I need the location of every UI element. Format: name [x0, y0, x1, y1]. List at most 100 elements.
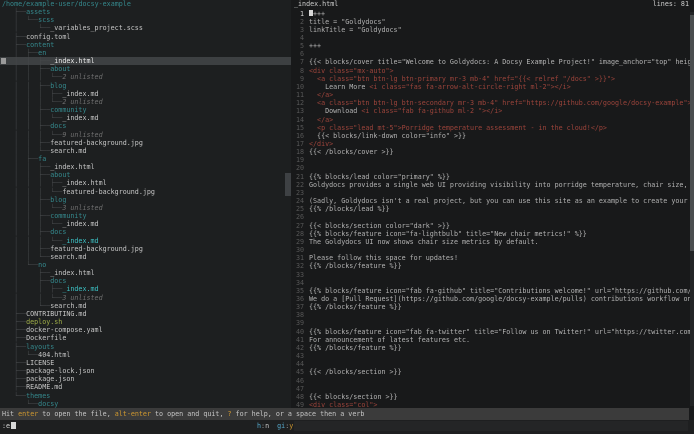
line-number: 27 — [292, 222, 304, 230]
tree-item-label: package.json — [26, 375, 74, 383]
tree-item-en[interactable]: │ ├──en — [0, 49, 291, 57]
preview-panel: _index.html lines: 81 1+++2title = "Gold… — [292, 0, 694, 409]
tree-item-featured-background.jpg[interactable]: │ │ │ └──featured-background.jpg — [0, 188, 291, 196]
tree-guides: ├── — [14, 343, 26, 351]
tree-item-label: blog — [50, 196, 66, 204]
tree-item-label: community — [50, 106, 86, 114]
tree-item-community[interactable]: │ │ ├──community — [0, 106, 291, 114]
tree-item-layouts[interactable]: ├──layouts — [0, 343, 291, 351]
tree-item-2-unlisted[interactable]: │ │ │ └──2 unlisted — [0, 98, 291, 106]
tree-item-dockerfile[interactable]: ├──Dockerfile — [0, 334, 291, 342]
line-text: {{< blocks/link-down color="info" >}} — [309, 132, 466, 140]
tree-guides: │ │ └── — [14, 253, 50, 261]
line-number: 1 — [292, 10, 304, 18]
tree-item-no[interactable]: │ └──no — [0, 261, 291, 269]
line-number: 5 — [292, 42, 304, 50]
tree-rows: ├──assets│ └──scss│ └──_variables_projec… — [0, 8, 291, 408]
line-number: 32 — [292, 262, 304, 270]
tree-item-label: 404.html — [38, 351, 70, 359]
tree-item-community[interactable]: │ │ ├──community — [0, 212, 291, 220]
tree-item-contributing.md[interactable]: ├──CONTRIBUTING.md — [0, 310, 291, 318]
tree-item-_index.md[interactable]: │ │ │ ├──_index.md — [0, 90, 291, 98]
code-line: 18{{< /blocks/cover >}} — [292, 148, 694, 156]
tree-item-docsy[interactable]: └──docsy — [0, 400, 291, 408]
tree-item-3-unlisted[interactable]: │ │ │ └──3 unlisted — [0, 204, 291, 212]
line-number: 10 — [292, 83, 304, 91]
tree-item-search.md[interactable]: │ │ └──search.md — [0, 253, 291, 261]
tree-item-label: content — [26, 41, 54, 49]
line-number: 19 — [292, 156, 304, 164]
line-number: 18 — [292, 148, 304, 156]
code-line: 45{{< /blocks/section >}} — [292, 368, 694, 376]
tree-guides: │ │ ├── — [14, 212, 50, 220]
tree-item-label: search.md — [50, 253, 86, 261]
tree-guides: │ ├── — [14, 49, 38, 57]
tree-item-blog[interactable]: │ │ ├──blog — [0, 196, 291, 204]
command-input-line[interactable]: :e h:n gi:y — [0, 420, 694, 434]
preview-filename: _index.html — [294, 0, 338, 10]
tree-item-_index.md[interactable]: │ │ │ └──_index.md — [0, 237, 291, 245]
tree-item-themes[interactable]: └──themes — [0, 392, 291, 400]
line-number: 48 — [292, 393, 304, 401]
line-number: 7 — [292, 58, 304, 66]
preview-scrollbar-thumb[interactable] — [690, 15, 694, 251]
tree-item-2-unlisted[interactable]: │ │ │ └──2 unlisted — [0, 73, 291, 81]
tree-item-featured-background.jpg[interactable]: │ │ ├──featured-background.jpg — [0, 139, 291, 147]
tree-item-label: no — [38, 261, 46, 269]
status-keybind: alt-enter — [115, 410, 151, 418]
tree-guides: ├── — [14, 318, 26, 326]
code-line: 34 — [292, 279, 694, 287]
code-line: 35{{% blocks/feature icon="fab fa-github… — [292, 287, 694, 295]
code-line: 43 — [292, 352, 694, 360]
line-number: 21 — [292, 173, 304, 181]
tree-item-docs[interactable]: │ │ ├──docs — [0, 228, 291, 236]
preview-scrollbar[interactable] — [690, 12, 694, 406]
tree-item-_index.html[interactable]: │ │ │ ├──_index.html — [0, 179, 291, 187]
tree-item-content[interactable]: ├──content — [0, 41, 291, 49]
tree-item-config.toml[interactable]: ├──config.toml — [0, 33, 291, 41]
tree-item-docs[interactable]: │ │ ├──docs — [0, 122, 291, 130]
line-number: 3 — [292, 26, 304, 34]
line-number: 34 — [292, 279, 304, 287]
tree-item-fa[interactable]: │ ├──fa — [0, 155, 291, 163]
code-line: 3linkTitle = "Goldydocs" — [292, 26, 694, 34]
line-number: 45 — [292, 368, 304, 376]
line-text: <div class="mx-auto"> — [309, 67, 394, 75]
tree-guides: ├── — [14, 310, 26, 318]
line-number: 26 — [292, 213, 304, 221]
line-text: <p class="lead mt-5">Porridge temperatur… — [309, 124, 607, 132]
mode-flags: h:n gi:y — [257, 421, 293, 432]
input-value: :e — [2, 421, 10, 432]
tree-item-label: _index.md — [62, 114, 98, 122]
tree-guides: ├── — [14, 334, 26, 342]
code-line: 4 — [292, 34, 694, 42]
preview-input-strip[interactable] — [294, 421, 688, 431]
tree-scrollbar-thumb[interactable] — [285, 173, 291, 196]
tree-item-package-lock.json[interactable]: ├──package-lock.json — [0, 367, 291, 375]
tree-item-search.md[interactable]: │ └──search.md — [0, 302, 291, 310]
tree-item-featured-background.jpg[interactable]: │ │ ├──featured-background.jpg — [0, 245, 291, 253]
tree-guides: │ │ ├── — [14, 106, 50, 114]
tree-guides: │ └── — [14, 24, 50, 32]
line-number: 39 — [292, 319, 304, 327]
line-number: 15 — [292, 124, 304, 132]
tree-item-blog[interactable]: │ │ ├──blog — [0, 82, 291, 90]
code-line: 28{{% blocks/feature icon="fa-lightbulb"… — [292, 230, 694, 238]
tree-item-readme.md[interactable]: ├──README.md — [0, 383, 291, 391]
code-line: 40{{% blocks/feature icon="fab fa-twitte… — [292, 328, 694, 336]
tree-item-license[interactable]: ├──LICENSE — [0, 359, 291, 367]
tree-item-search.md[interactable]: │ │ └──search.md — [0, 147, 291, 155]
tree-item-_variables_project.scss[interactable]: │ └──_variables_project.scss — [0, 24, 291, 32]
status-segment: to open the file, — [38, 410, 115, 418]
code-line: 19 — [292, 156, 694, 164]
line-number: 4 — [292, 34, 304, 42]
line-text: </a> — [309, 91, 333, 99]
tree-root-path[interactable]: /home/example-user/docsy-example — [0, 0, 291, 8]
tree-item-_index.md[interactable]: │ │ ├──_index.md — [0, 285, 291, 293]
tree-item-404.html[interactable]: │ └──404.html — [0, 351, 291, 359]
tree-guides: │ │ ├── — [14, 82, 50, 90]
line-text: Goldydocs provides a single web UI provi… — [309, 181, 694, 189]
tree-item-9-unlisted[interactable]: │ │ │ └──9 unlisted — [0, 131, 291, 139]
tree-item-3-unlisted[interactable]: │ │ └──3 unlisted — [0, 294, 291, 302]
tree-item-label: 3 unlisted — [62, 294, 102, 302]
